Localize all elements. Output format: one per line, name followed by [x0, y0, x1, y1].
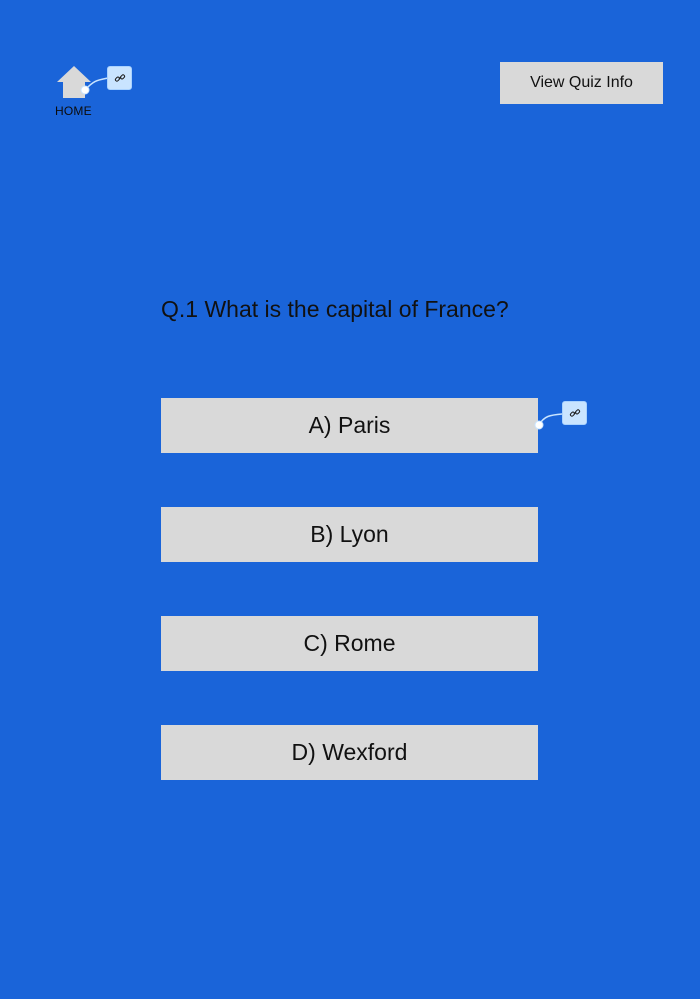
link-connector	[534, 413, 563, 430]
view-quiz-info-button[interactable]: View Quiz Info	[500, 62, 663, 104]
answer-option-b[interactable]: B) Lyon	[161, 507, 538, 562]
answer-option-d[interactable]: D) Wexford	[161, 725, 538, 780]
link-badge	[562, 401, 587, 425]
home-label: HOME	[55, 104, 92, 118]
question-text: Q.1 What is the capital of France?	[161, 296, 509, 322]
house-icon	[57, 66, 91, 98]
answer-option-a[interactable]: A) Paris	[161, 398, 538, 453]
prototype-link-answer-a	[534, 400, 594, 436]
home-link[interactable]: HOME	[55, 64, 135, 124]
answer-option-c[interactable]: C) Rome	[161, 616, 538, 671]
link-icon	[569, 409, 581, 417]
